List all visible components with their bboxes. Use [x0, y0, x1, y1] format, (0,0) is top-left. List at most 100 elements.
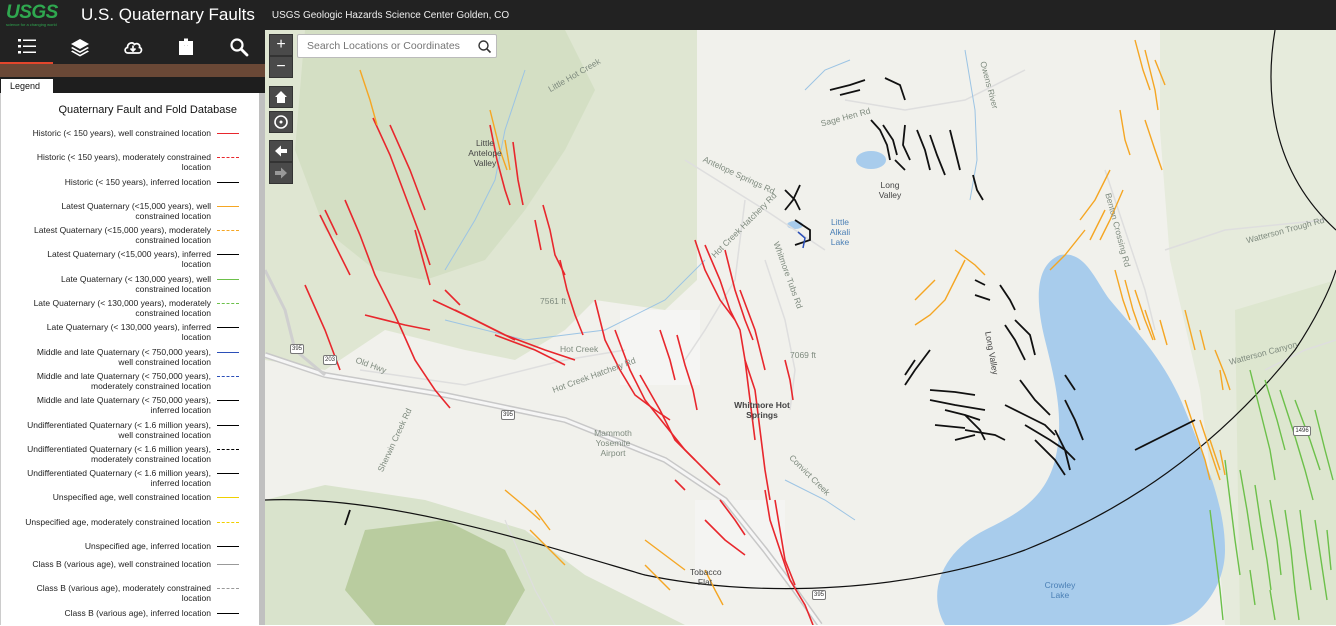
legend-line-swatch: [217, 420, 239, 430]
legend-item-label: Historic (< 150 years), inferred locatio…: [64, 176, 211, 187]
tab-legend[interactable]: Legend: [1, 79, 53, 93]
legend-item-label: Middle and late Quaternary (< 750,000 ye…: [36, 346, 211, 367]
route-shield-1496: 1496: [1293, 426, 1311, 436]
search-input[interactable]: [298, 35, 474, 57]
legend-item-label: Late Quaternary (< 130,000 years), well …: [60, 273, 211, 294]
legend-line-swatch: [217, 274, 239, 284]
legend-item: Undifferentiated Quaternary (< 1.6 milli…: [1, 420, 259, 444]
label-whitmore-hot-springs: Whitmore Hot Springs: [734, 400, 790, 420]
cloud-download-icon: [123, 42, 142, 54]
next-extent-button[interactable]: [269, 162, 293, 184]
legend-line-swatch: [217, 225, 239, 235]
highway-shield-395-b: 395: [501, 410, 515, 420]
home-icon: [275, 91, 287, 103]
legend-item: Unspecified age, moderately constrained …: [1, 517, 259, 541]
legend-item-label: Middle and late Quaternary (< 750,000 ye…: [36, 370, 211, 391]
home-button[interactable]: [269, 86, 293, 108]
arrow-left-icon: [275, 145, 287, 157]
previous-extent-button[interactable]: [269, 140, 293, 162]
legend-item-label: Latest Quaternary (<15,000 years), infer…: [47, 249, 211, 270]
legend-line-swatch: [217, 322, 239, 332]
legend-item: Late Quaternary (< 130,000 years), infer…: [1, 322, 259, 346]
legend-item: Middle and late Quaternary (< 750,000 ye…: [1, 395, 259, 419]
legend-item-label: Middle and late Quaternary (< 750,000 ye…: [36, 395, 211, 416]
label-hot-creek: Hot Creek: [560, 344, 599, 354]
legend-line-swatch: [217, 371, 239, 381]
legend-line-swatch: [217, 608, 239, 618]
toolbar: [0, 30, 265, 64]
legend-item: Undifferentiated Quaternary (< 1.6 milli…: [1, 444, 259, 468]
legend-item-label: Class B (various age), well constrained …: [32, 559, 211, 570]
legend-item-label: Latest Quaternary (<15,000 years), well …: [61, 200, 211, 221]
legend-item: Historic (< 150 years), well constrained…: [1, 128, 259, 152]
legend-line-swatch: [217, 177, 239, 187]
legend-line-swatch: [217, 298, 239, 308]
legend-line-swatch: [217, 517, 239, 527]
legend-item-label: Late Quaternary (< 130,000 years), moder…: [33, 298, 211, 319]
label-tobacco-flat: Tobacco Flat: [690, 567, 722, 587]
legend-item: Latest Quaternary (<15,000 years), infer…: [1, 249, 259, 273]
label-elevation-7069: 7069 ft: [790, 350, 816, 360]
legend-item: Unspecified age, inferred location: [1, 541, 259, 559]
legend-item-label: Class B (various age), inferred location: [64, 607, 211, 618]
locate-button[interactable]: [269, 111, 293, 133]
legend-item-label: Unspecified age, moderately constrained …: [25, 516, 211, 527]
legend-line-swatch: [217, 395, 239, 405]
legend-item-label: Undifferentiated Quaternary (< 1.6 milli…: [27, 443, 211, 464]
toolbar-divider: [0, 64, 265, 77]
legend-item: Middle and late Quaternary (< 750,000 ye…: [1, 371, 259, 395]
app-subtitle: USGS Geologic Hazards Science Center Gol…: [271, 9, 510, 21]
legend-line-swatch: [217, 128, 239, 138]
label-mammoth-airport: Mammoth Yosemite Airport: [594, 428, 632, 458]
legend-line-swatch: [217, 249, 239, 259]
legend-line-swatch: [217, 559, 239, 569]
bookmarks-tool-button[interactable]: [159, 30, 212, 64]
legend-item: Historic (< 150 years), inferred locatio…: [1, 177, 259, 201]
location-search: [297, 34, 497, 58]
legend-item: Latest Quaternary (<15,000 years), moder…: [1, 225, 259, 249]
download-tool-button[interactable]: [106, 30, 159, 64]
legend-item-label: Undifferentiated Quaternary (< 1.6 milli…: [27, 468, 211, 489]
legend-line-swatch: [217, 468, 239, 478]
legend-tool-button[interactable]: [0, 30, 53, 64]
label-little-antelope-valley: Little Antelope Valley: [468, 138, 502, 168]
highway-shield-203: 203: [323, 355, 337, 365]
zoom-in-button[interactable]: +: [269, 34, 293, 56]
layers-icon: [70, 39, 89, 57]
logo-wordmark: USGS: [6, 1, 58, 23]
map-view[interactable]: Little Hot Creek Little Antelope Valley …: [265, 30, 1336, 625]
layers-tool-button[interactable]: [53, 30, 106, 64]
legend-item: Undifferentiated Quaternary (< 1.6 milli…: [1, 468, 259, 492]
basemap: [265, 30, 1336, 625]
legend-item: Unspecified age, well constrained locati…: [1, 492, 259, 516]
legend-list: Historic (< 150 years), well constrained…: [1, 128, 259, 626]
label-elevation-7561: 7561 ft: [540, 296, 566, 306]
legend-item-label: Late Quaternary (< 130,000 years), infer…: [46, 322, 211, 343]
legend-item: Latest Quaternary (<15,000 years), well …: [1, 201, 259, 225]
legend-line-swatch: [217, 201, 239, 211]
legend-item: Late Quaternary (< 130,000 years), moder…: [1, 298, 259, 322]
legend-item-label: Unspecified age, inferred location: [84, 541, 211, 552]
logo-tagline: science for a changing world: [6, 21, 57, 27]
legend-item-label: Unspecified age, well constrained locati…: [52, 492, 211, 503]
highway-shield-395-a: 395: [290, 344, 304, 354]
legend-item: Middle and late Quaternary (< 750,000 ye…: [1, 347, 259, 371]
list-icon: [17, 39, 36, 54]
arrow-right-icon: [275, 167, 287, 179]
label-long-valley-north: Long Valley: [878, 180, 902, 200]
legend-line-swatch: [217, 347, 239, 357]
search-tool-button[interactable]: [212, 30, 265, 64]
zoom-out-button[interactable]: −: [269, 56, 293, 78]
label-crowley-lake: Crowley Lake: [1044, 580, 1076, 600]
panel-tab-bar: Legend: [0, 77, 265, 93]
locate-icon: [274, 115, 288, 129]
legend-line-swatch: [217, 492, 239, 502]
legend-item: Class B (various age), inferred location: [1, 608, 259, 626]
highway-shield-395-c: 395: [812, 590, 826, 600]
search-icon[interactable]: [476, 38, 494, 56]
legend-item: Class B (various age), moderately constr…: [1, 583, 259, 607]
usgs-logo[interactable]: USGS science for a changing world: [6, 0, 72, 30]
legend-item-label: Undifferentiated Quaternary (< 1.6 milli…: [27, 419, 211, 440]
legend-item: Late Quaternary (< 130,000 years), well …: [1, 274, 259, 298]
legend-line-swatch: [217, 444, 239, 454]
